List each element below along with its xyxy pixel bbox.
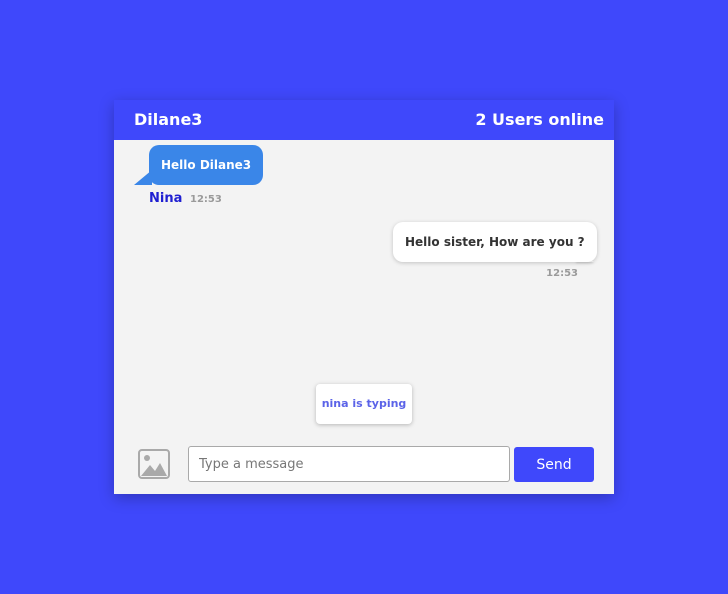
- message-timestamp: 12:53: [190, 194, 222, 205]
- message-sender-name: Nina: [149, 191, 183, 206]
- chat-window: Dilane3 2 Users online Hello Dilane3 Nin…: [114, 100, 614, 494]
- typing-indicator: nina is typing: [316, 384, 412, 424]
- send-button[interactable]: Send: [514, 447, 594, 482]
- chat-header: Dilane3 2 Users online: [114, 100, 614, 140]
- message-input[interactable]: [188, 446, 510, 482]
- image-icon[interactable]: [138, 449, 170, 479]
- message-timestamp: 12:53: [546, 268, 578, 279]
- online-users-count: 2 Users online: [475, 110, 604, 129]
- chat-username: Dilane3: [134, 110, 203, 129]
- outgoing-message-bubble: Hello sister, How are you ?: [393, 222, 597, 262]
- incoming-message-bubble: Hello Dilane3: [149, 145, 264, 185]
